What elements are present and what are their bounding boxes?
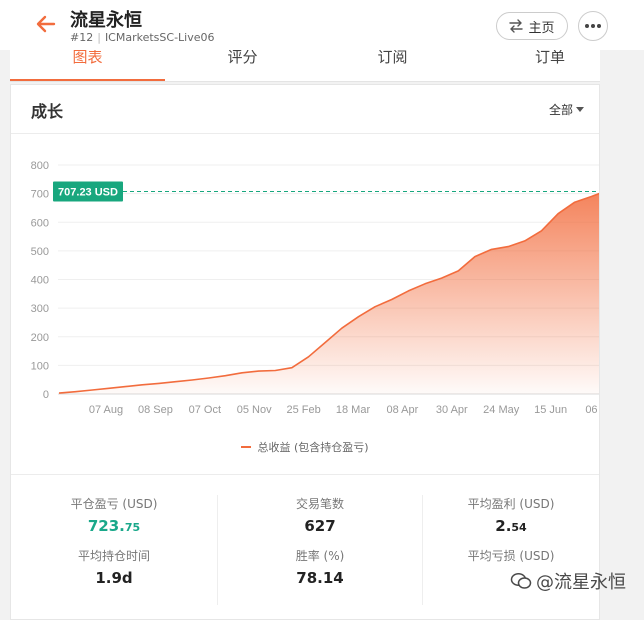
server-label: ICMarketsSC-Live06 — [104, 31, 215, 44]
current-value-label: 707.23 USD — [58, 187, 118, 199]
stats-panel: 平仓盈亏 (USD) 723.75 平均持仓时间 1.9d 交易笔数 627 胜… — [11, 475, 599, 615]
x-tick-label: 24 May — [483, 404, 520, 416]
back-arrow-icon[interactable] — [34, 12, 58, 36]
x-tick-label: 08 Apr — [386, 404, 418, 416]
stat-closed-pnl: 平仓盈亏 (USD) 723.75 — [11, 495, 217, 535]
legend-label: 总收益 (包含持仓盈亏) — [257, 441, 369, 454]
stat-win-rate: 胜率 (%) 78.14 — [218, 547, 422, 587]
y-tick-label: 500 — [31, 246, 49, 258]
legend-swatch — [241, 446, 252, 448]
stat-value: 627 — [304, 517, 336, 535]
x-tick-label: 08 Sep — [138, 404, 173, 416]
growth-area — [59, 193, 599, 394]
tab-bar: 图表 评分 订阅 订单 — [10, 50, 600, 82]
watermark-text: @流星永恒 — [536, 572, 626, 593]
range-dropdown-label: 全部 — [549, 103, 574, 117]
stat-avg-loss: 平均亏损 (USD) — [423, 547, 599, 564]
x-tick-label: 15 Jun — [534, 404, 567, 416]
stat-value: 1.9d — [95, 569, 133, 587]
stat-trade-count: 交易笔数 627 — [218, 495, 422, 535]
stat-label: 平均盈利 (USD) — [467, 497, 555, 511]
y-tick-label: 600 — [31, 217, 49, 229]
tab-rating[interactable]: 评分 — [165, 50, 320, 70]
y-tick-label: 800 — [31, 160, 49, 172]
range-dropdown[interactable]: 全部 — [549, 101, 599, 118]
x-tick-label: 30 Apr — [436, 404, 468, 416]
rank-label: #12 — [70, 31, 94, 44]
stat-label: 胜率 (%) — [295, 549, 345, 563]
y-tick-label: 400 — [31, 275, 49, 287]
y-tick-label: 200 — [31, 332, 49, 344]
y-tick-label: 100 — [31, 360, 49, 372]
chart-legend[interactable]: 总收益 (包含持仓盈亏) — [11, 439, 599, 455]
x-tick-label: 18 Mar — [336, 404, 371, 416]
stat-value: 723.75 — [87, 517, 141, 535]
tabs-divider — [10, 81, 600, 82]
growth-title: 成长 — [31, 102, 64, 121]
tab-subscribe[interactable]: 订阅 — [306, 50, 479, 70]
stat-value: 78.14 — [296, 569, 344, 587]
growth-card: 成长 全部 0 100 200 300 400 500 600 700 800 07 Aug 08… — [10, 84, 600, 620]
stat-label: 交易笔数 — [295, 497, 344, 511]
x-tick-label: 06 Jul — [585, 404, 599, 416]
card-header-divider — [11, 133, 599, 134]
x-tick-label: 05 Nov — [237, 404, 272, 416]
stat-label: 平仓盈亏 (USD) — [70, 497, 158, 511]
growth-chart: 0 100 200 300 400 500 600 700 800 07 Aug 08 Sep 07… — [31, 160, 599, 416]
swap-icon — [509, 19, 524, 33]
home-button-label: 主页 — [528, 20, 555, 36]
tab-orders[interactable]: 订单 — [460, 50, 600, 70]
wechat-icon — [510, 572, 532, 589]
home-button[interactable]: 主页 — [496, 12, 568, 40]
x-tick-label: 07 Aug — [89, 404, 123, 416]
stat-value: 2.54 — [495, 517, 527, 535]
stats-column-middle: 交易笔数 627 胜率 (%) 78.14 — [217, 495, 423, 605]
page-title: 流星永恒 — [70, 10, 142, 31]
x-tick-label: 07 Oct — [189, 404, 221, 416]
more-dots-icon — [585, 24, 601, 28]
stat-label: 平均亏损 (USD) — [467, 549, 555, 563]
tab-chart[interactable]: 图表 — [10, 50, 165, 70]
y-tick-label: 300 — [31, 303, 49, 315]
stat-avg-holding-time: 平均持仓时间 1.9d — [11, 547, 217, 587]
more-options-button[interactable] — [578, 11, 608, 41]
account-subtitle: #12 | ICMarketsSC-Live06 — [70, 31, 215, 44]
caret-down-icon — [576, 106, 585, 112]
app-header: 流星永恒 #12 | ICMarketsSC-Live06 主页 — [0, 0, 644, 50]
stat-avg-profit: 平均盈利 (USD) 2.54 — [423, 495, 599, 535]
stat-label: 平均持仓时间 — [77, 549, 150, 563]
watermark: @流星永恒 — [510, 568, 626, 594]
y-tick-label: 0 — [43, 389, 49, 401]
separator: | — [97, 31, 101, 44]
y-tick-label: 700 — [31, 189, 49, 201]
x-tick-label: 25 Feb — [286, 404, 320, 416]
stats-column-left: 平仓盈亏 (USD) 723.75 平均持仓时间 1.9d — [11, 495, 217, 605]
current-value-marker: 707.23 USD — [53, 181, 123, 202]
